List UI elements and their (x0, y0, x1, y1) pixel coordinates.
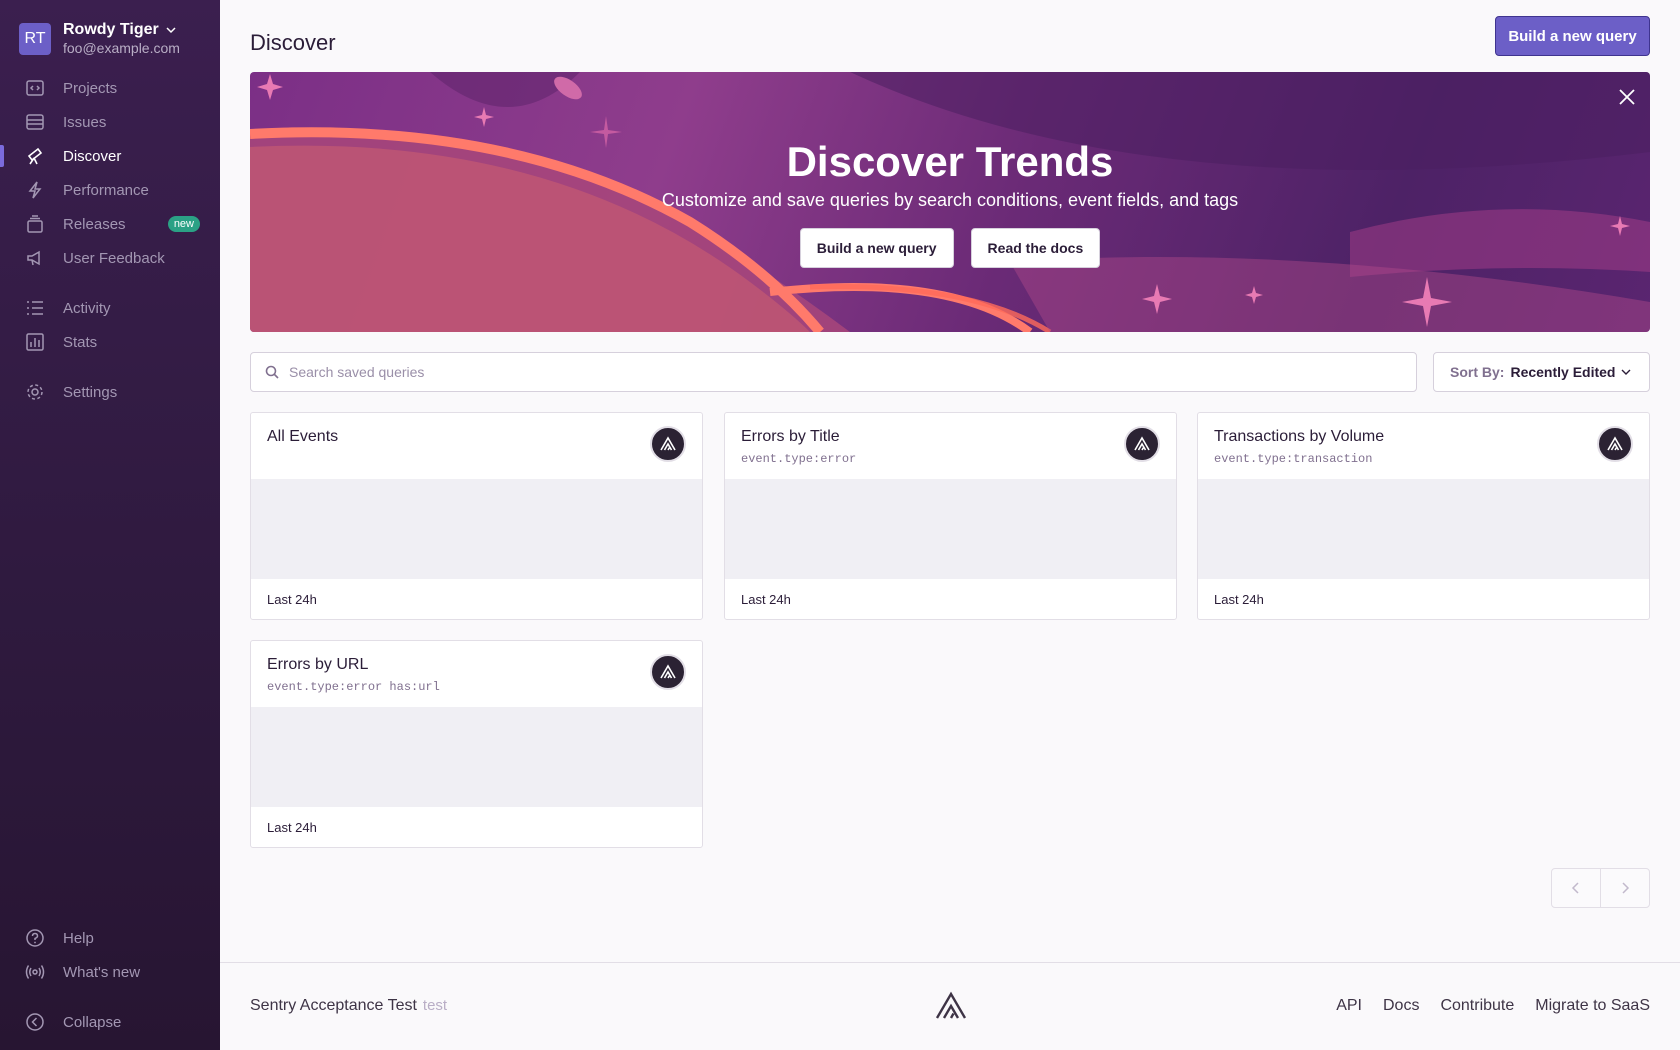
card-query: event.type:transaction (1214, 452, 1373, 466)
card-title: Errors by Title (741, 428, 840, 445)
read-docs-button[interactable]: Read the docs (970, 228, 1101, 268)
sidebar-item-label: Issues (63, 113, 107, 131)
query-card[interactable]: Transactions by Volume event.type:transa… (1197, 412, 1650, 620)
lightning-icon (28, 181, 42, 199)
sidebar-item-label: Releases (63, 215, 126, 233)
close-icon[interactable] (1616, 86, 1638, 108)
org-avatar: RT (19, 22, 51, 55)
search-input[interactable] (289, 364, 1389, 380)
footer-link-api[interactable]: API (1336, 997, 1362, 1015)
sidebar-item-issues[interactable]: Issues (0, 105, 220, 139)
sidebar-item-label: Activity (63, 299, 111, 317)
sidebar-item-releases[interactable]: Releases new (0, 207, 220, 241)
collapse-icon (26, 1013, 44, 1031)
footer-link-docs[interactable]: Docs (1383, 997, 1419, 1015)
card-footer: Last 24h (267, 820, 317, 835)
next-page-button[interactable] (1601, 869, 1650, 907)
broadcast-icon (25, 965, 45, 979)
sidebar-item-label: Settings (63, 383, 118, 401)
query-card[interactable]: Errors by URL event.type:error has:url L… (250, 640, 703, 848)
sidebar-item-label: Help (63, 929, 94, 947)
previous-page-button[interactable] (1552, 869, 1601, 907)
megaphone-icon (27, 250, 40, 266)
chevron-left-icon (1571, 882, 1579, 894)
sidebar-item-performance[interactable]: Performance (0, 173, 220, 207)
sort-label: Sort By: (1450, 364, 1505, 380)
card-query: event.type:error has:url (267, 680, 440, 694)
chevron-down-icon (1621, 369, 1631, 375)
card-footer: Last 24h (741, 592, 791, 607)
card-footer: Last 24h (1214, 592, 1264, 607)
page-title: Discover (250, 30, 336, 55)
sentry-avatar (650, 426, 686, 462)
sort-dropdown[interactable]: Sort By: Recently Edited (1433, 352, 1650, 392)
discover-banner: Discover Trends Customize and save queri… (250, 72, 1650, 332)
chevron-right-icon (1622, 882, 1629, 894)
query-card[interactable]: Errors by Title event.type:error Last 24… (724, 412, 1177, 620)
footer-tag: test (422, 997, 448, 1014)
card-query: event.type:error (741, 452, 857, 466)
card-title: All Events (267, 428, 339, 445)
build-new-query-button[interactable]: Build a new query (1495, 16, 1650, 56)
sidebar-item-settings[interactable]: Settings (0, 375, 220, 409)
banner-subtitle: Customize and save queries by search con… (661, 190, 1239, 210)
projects-icon (26, 80, 44, 96)
telescope-icon (27, 147, 43, 165)
search-box (250, 352, 1417, 392)
pagination (1551, 868, 1650, 908)
sidebar-item-help[interactable]: Help (0, 921, 220, 955)
sentry-avatar (1124, 426, 1160, 462)
org-name: Rowdy Tiger (63, 21, 159, 38)
card-title: Transactions by Volume (1214, 428, 1385, 445)
card-chart-placeholder (251, 479, 702, 579)
sidebar-item-label: User Feedback (63, 249, 165, 267)
footer: Sentry Acceptance Test test API Docs Cont… (220, 962, 1680, 1050)
sentry-logo-icon (1134, 436, 1150, 451)
card-footer: Last 24h (267, 592, 317, 607)
sidebar-item-user-feedback[interactable]: User Feedback (0, 241, 220, 275)
sentry-avatar (650, 654, 686, 690)
footer-link-contribute[interactable]: Contribute (1440, 997, 1514, 1015)
banner-build-query-button[interactable]: Build a new query (799, 228, 954, 268)
sidebar: RT Rowdy Tiger foo@example.com Projects … (0, 0, 220, 1050)
query-card[interactable]: All Events Last 24h (250, 412, 703, 620)
sidebar-item-label: Performance (63, 181, 149, 199)
card-title: Errors by URL (267, 656, 369, 673)
search-icon (265, 365, 279, 379)
main-content: Discover Build a new query Discover Tren… (220, 0, 1680, 1050)
org-email: foo@example.com (63, 40, 180, 56)
sidebar-item-stats[interactable]: Stats (0, 325, 220, 359)
banner-title: Discover Trends (786, 138, 1114, 185)
sidebar-item-label: Discover (63, 147, 122, 165)
issues-icon (26, 114, 44, 130)
sidebar-item-activity[interactable]: Activity (0, 291, 220, 325)
sidebar-item-projects[interactable]: Projects (0, 71, 220, 105)
sidebar-item-label: What's new (63, 963, 141, 981)
sentry-logo-icon (660, 664, 676, 679)
card-chart-placeholder (725, 479, 1176, 579)
sentry-logo-icon (1607, 436, 1623, 451)
card-chart-placeholder (251, 707, 702, 807)
sentry-logo-icon[interactable] (934, 991, 968, 1021)
sidebar-item-whats-new[interactable]: What's new (0, 955, 220, 989)
new-badge: new (167, 216, 200, 232)
releases-icon (27, 215, 43, 233)
sidebar-collapse-button[interactable]: Collapse (0, 1005, 220, 1039)
help-icon (26, 929, 44, 947)
sentry-logo-icon (660, 436, 676, 451)
gear-icon (27, 384, 43, 400)
footer-link-migrate[interactable]: Migrate to SaaS (1535, 997, 1650, 1015)
sidebar-item-discover[interactable]: Discover (0, 139, 220, 173)
sidebar-item-label: Stats (63, 333, 98, 351)
list-icon (27, 301, 43, 315)
footer-instance-name: Sentry Acceptance Test (250, 997, 417, 1014)
card-chart-placeholder (1198, 479, 1649, 579)
stats-icon (26, 333, 44, 351)
sidebar-item-label: Projects (63, 79, 118, 97)
sentry-avatar (1597, 426, 1633, 462)
sidebar-item-label: Collapse (63, 1013, 122, 1031)
sort-value: Recently Edited (1510, 364, 1616, 380)
org-switcher[interactable]: RT Rowdy Tiger foo@example.com (19, 21, 180, 56)
chevron-down-icon (166, 27, 176, 34)
